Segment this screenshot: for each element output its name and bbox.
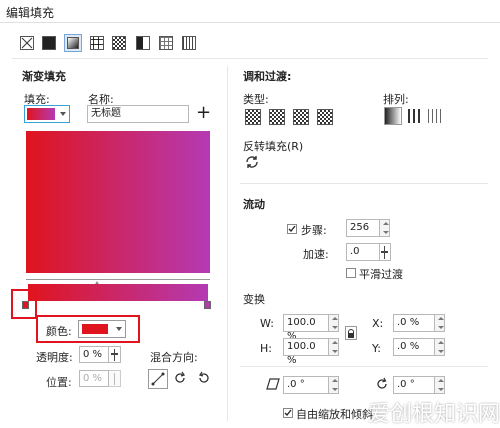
color-picker[interactable] — [78, 320, 126, 338]
start-color-node[interactable] — [22, 301, 29, 309]
clockwise-blend-icon[interactable] — [172, 370, 188, 389]
default-arrange-icon[interactable] — [384, 107, 402, 125]
color-label: 颜色: — [46, 325, 72, 338]
arrange-label: 排列: — [383, 93, 409, 106]
accel-input[interactable]: .0 — [346, 243, 380, 261]
vector-pattern-icon[interactable] — [90, 36, 104, 50]
end-color-node[interactable] — [204, 301, 211, 309]
window-title: 编辑填充 — [6, 6, 55, 20]
position-label: 位置: — [46, 376, 72, 389]
gradient-slider[interactable] — [28, 284, 208, 301]
x-input[interactable]: .0 % — [393, 314, 435, 332]
free-scale-checkbox[interactable] — [283, 408, 293, 418]
two-color-pattern-icon[interactable] — [136, 36, 150, 50]
y-label: Y: — [372, 342, 381, 355]
no-fill-icon[interactable] — [20, 36, 34, 50]
gradient-preview — [26, 131, 210, 273]
free-scale-label: 自由缩放和倾斜 — [296, 408, 373, 421]
flow-heading: 流动 — [243, 198, 265, 211]
position-slider-icon — [109, 370, 121, 387]
lock-icon[interactable] — [345, 326, 357, 340]
skew-spinner[interactable] — [329, 376, 339, 394]
linear-type-icon[interactable] — [245, 109, 261, 125]
skew-input[interactable]: .0 ° — [283, 376, 329, 394]
reverse-fill-icon[interactable] — [243, 153, 261, 174]
accel-label: 加速: — [303, 248, 329, 261]
fountain-fill-icon[interactable] — [64, 34, 82, 52]
blend-direction-label: 混合方向: — [150, 351, 198, 364]
smooth-checkbox[interactable] — [346, 268, 356, 278]
elliptical-type-icon[interactable] — [269, 109, 285, 125]
section-divider — [240, 366, 488, 367]
h-label: H: — [260, 342, 272, 355]
fountain-fill-heading: 渐变填充 — [22, 70, 66, 83]
repeat-arrange-icon[interactable] — [408, 109, 422, 123]
y-input[interactable]: .0 % — [393, 338, 435, 356]
reverse-fill-label: 反转填充(R) — [243, 140, 304, 153]
rotate-input[interactable]: .0 ° — [393, 376, 435, 394]
w-label: W: — [260, 317, 274, 330]
transparency-input[interactable]: 0 % — [79, 346, 109, 363]
transparency-slider-icon[interactable] — [109, 346, 121, 363]
steps-label: 步骤: — [301, 224, 327, 237]
section-divider — [240, 183, 488, 184]
w-input[interactable]: 100.0 % — [283, 314, 329, 342]
postscript-fill-icon[interactable] — [182, 36, 196, 50]
accel-slider-icon[interactable] — [380, 243, 391, 261]
toolbar-divider — [12, 58, 488, 59]
smooth-label: 平滑过渡 — [359, 268, 403, 281]
h-spinner[interactable] — [329, 338, 339, 356]
position-input[interactable]: 0 % — [79, 370, 109, 387]
skew-icon — [266, 378, 280, 393]
h-input[interactable]: 100.0 % — [283, 338, 329, 366]
counterclockwise-blend-icon[interactable] — [196, 370, 212, 389]
color-swatch — [82, 324, 108, 334]
square-type-icon[interactable] — [317, 109, 333, 125]
name-input[interactable]: 无标题 — [87, 105, 189, 123]
y-spinner[interactable] — [435, 338, 445, 356]
blend-transition-heading: 调和过渡: — [243, 70, 292, 83]
fill-swatch — [27, 108, 55, 120]
chevron-down-icon — [60, 112, 66, 116]
linear-blend-icon[interactable] — [148, 369, 168, 389]
steps-spinner[interactable] — [380, 219, 390, 237]
panel-divider — [227, 66, 228, 421]
fill-picker[interactable] — [24, 105, 70, 123]
title-bar: 编辑填充 — [0, 0, 500, 23]
bitmap-pattern-icon[interactable] — [112, 36, 126, 50]
watermark: 爱创根知识网 — [368, 402, 500, 427]
type-label: 类型: — [243, 93, 269, 106]
texture-fill-icon[interactable] — [159, 36, 173, 50]
w-spinner[interactable] — [329, 314, 339, 332]
steps-checkbox[interactable] — [287, 224, 297, 234]
add-preset-icon[interactable]: + — [196, 104, 211, 122]
transparency-label: 透明度: — [36, 351, 73, 364]
repeat-mirror-arrange-icon[interactable] — [428, 109, 442, 123]
x-label: X: — [372, 317, 384, 330]
transform-heading: 变换 — [243, 293, 265, 306]
uniform-fill-icon[interactable] — [42, 36, 56, 50]
gradient-track-line — [26, 279, 210, 280]
conical-type-icon[interactable] — [293, 109, 309, 125]
rotate-icon — [375, 377, 389, 394]
steps-input[interactable]: 256 — [346, 219, 380, 237]
x-spinner[interactable] — [435, 314, 445, 332]
chevron-down-icon — [116, 327, 122, 331]
rotate-spinner[interactable] — [435, 376, 445, 394]
